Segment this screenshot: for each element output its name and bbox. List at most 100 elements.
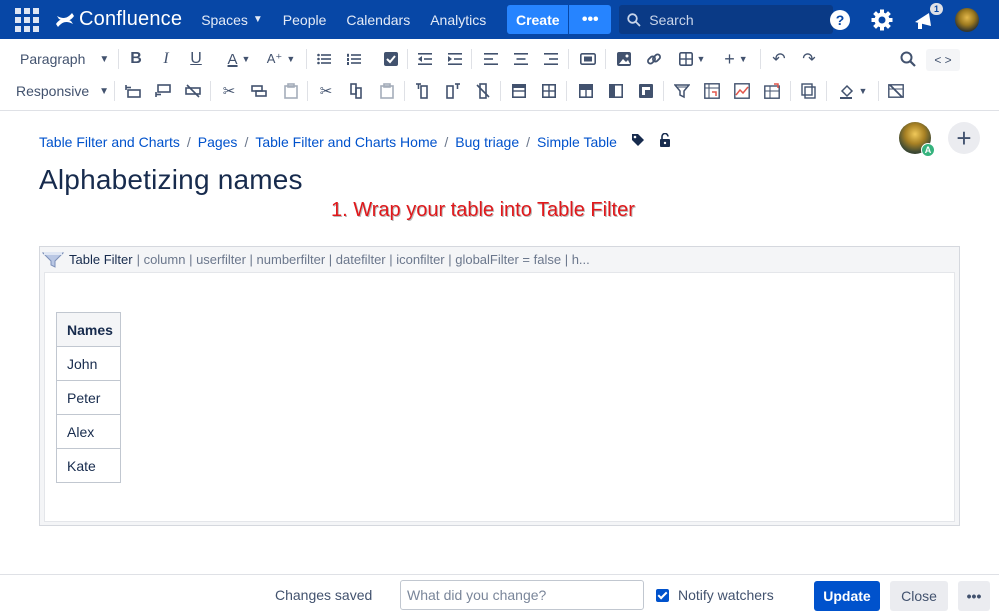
- numbered-column-icon[interactable]: [637, 79, 655, 103]
- find-replace-icon[interactable]: [899, 47, 917, 71]
- split-cells-icon[interactable]: [540, 79, 558, 103]
- bold-icon[interactable]: B: [128, 47, 144, 71]
- change-comment-input[interactable]: [400, 580, 644, 610]
- breadcrumb-item[interactable]: Simple Table: [537, 134, 617, 150]
- cell-background-color-icon[interactable]: ▼: [836, 79, 870, 103]
- notifications-icon[interactable]: 1: [913, 2, 943, 31]
- copy-column-icon[interactable]: [347, 79, 365, 103]
- bullet-list-icon[interactable]: [316, 47, 332, 71]
- indent-icon[interactable]: [447, 47, 463, 71]
- cut-column-icon[interactable]: ✂: [317, 79, 335, 103]
- insert-column-before-icon[interactable]: [414, 79, 432, 103]
- nav-analytics[interactable]: Analytics: [430, 12, 486, 28]
- link-icon[interactable]: [646, 47, 662, 71]
- copy-row-icon[interactable]: [250, 79, 268, 103]
- table-header-cell[interactable]: Names: [56, 312, 121, 347]
- restrictions-unlock-icon[interactable]: [659, 132, 671, 150]
- search-input[interactable]: Search: [619, 5, 834, 34]
- toolbar-divider: [118, 49, 119, 69]
- table-spreadsheet-icon[interactable]: [763, 79, 781, 103]
- page-title[interactable]: Alphabetizing names: [39, 164, 303, 196]
- settings-icon[interactable]: [871, 9, 893, 31]
- page-collaborator-avatar[interactable]: A: [899, 122, 935, 157]
- nav-people[interactable]: People: [283, 12, 327, 28]
- text-format-more-icon[interactable]: A⁺ ▼: [264, 47, 298, 71]
- table-cell[interactable]: Peter: [56, 380, 121, 415]
- editor-toolbar: Paragraph ▼ B I U A ▼ A⁺ ▼ ▼ + ▼ ↶ ↷ < >…: [0, 39, 999, 111]
- toolbar-divider: [471, 49, 472, 69]
- toolbar-divider: [663, 81, 664, 101]
- table-cell[interactable]: Alex: [56, 414, 121, 449]
- paragraph-style-dropdown[interactable]: Paragraph ▼: [20, 47, 110, 71]
- nav-calendars[interactable]: Calendars: [346, 12, 410, 28]
- nav-spaces[interactable]: Spaces ▼: [201, 12, 263, 28]
- paste-column-icon[interactable]: [378, 79, 396, 103]
- align-left-icon[interactable]: [483, 47, 499, 71]
- image-icon[interactable]: [616, 47, 632, 71]
- add-collaborator-button[interactable]: +: [948, 122, 980, 154]
- merge-cells-icon[interactable]: [510, 79, 528, 103]
- header-row-icon[interactable]: [577, 79, 595, 103]
- close-button[interactable]: Close: [890, 581, 948, 611]
- insert-more-icon[interactable]: + ▼: [720, 47, 752, 71]
- user-avatar[interactable]: [955, 7, 979, 32]
- toolbar-divider: [407, 49, 408, 69]
- create-button[interactable]: Create: [507, 5, 569, 34]
- pivot-table-icon[interactable]: [703, 79, 721, 103]
- header-column-icon[interactable]: [607, 79, 625, 103]
- app-switcher-icon[interactable]: [15, 7, 39, 32]
- toolbar-divider: [307, 81, 308, 101]
- breadcrumb-item[interactable]: Bug triage: [455, 134, 519, 150]
- text-color-icon[interactable]: A ▼: [222, 47, 256, 71]
- breadcrumb-item[interactable]: Pages: [198, 134, 238, 150]
- insert-row-below-icon[interactable]: [154, 79, 172, 103]
- table-layout-dropdown[interactable]: Responsive ▼: [16, 79, 109, 103]
- chevron-down-icon: ▼: [252, 14, 263, 25]
- chart-from-table-icon[interactable]: [733, 79, 751, 103]
- undo-icon[interactable]: ↶: [771, 47, 787, 71]
- toolbar-divider: [826, 81, 827, 101]
- breadcrumb-item[interactable]: Table Filter and Charts: [39, 134, 180, 150]
- names-table: Names John Peter Alex Kate: [56, 312, 121, 483]
- insert-row-above-icon[interactable]: [124, 79, 142, 103]
- delete-row-icon[interactable]: [184, 79, 202, 103]
- numbered-list-icon[interactable]: [346, 47, 362, 71]
- toolbar-divider: [500, 81, 501, 101]
- nav-right-icons: ? 1: [809, 0, 979, 39]
- notify-watchers-checkbox[interactable]: Notify watchers: [656, 587, 774, 603]
- align-right-icon[interactable]: [543, 47, 559, 71]
- underline-icon[interactable]: U: [188, 47, 204, 71]
- table-filter-macro[interactable]: Table Filter | column | userfilter | num…: [39, 246, 960, 526]
- create-more-button[interactable]: •••: [568, 5, 612, 34]
- insert-table-icon[interactable]: ▼: [676, 47, 708, 71]
- more-actions-button[interactable]: •••: [958, 581, 990, 611]
- insert-column-after-icon[interactable]: [444, 79, 462, 103]
- remove-table-icon[interactable]: [887, 79, 905, 103]
- confluence-logo[interactable]: Confluence: [55, 8, 182, 31]
- breadcrumb-item[interactable]: Table Filter and Charts Home: [255, 134, 437, 150]
- help-icon[interactable]: ?: [829, 9, 851, 31]
- table-filter-icon[interactable]: [673, 79, 691, 103]
- breadcrumb: Table Filter and Charts / Pages / Table Fi…: [39, 132, 685, 150]
- table-transformer-icon[interactable]: [800, 79, 818, 103]
- source-editor-button[interactable]: < >: [926, 49, 960, 71]
- redo-icon[interactable]: ↷: [801, 47, 817, 71]
- table-cell[interactable]: John: [56, 346, 121, 381]
- checkbox-checked-icon[interactable]: [656, 588, 669, 602]
- label-tag-icon[interactable]: [631, 133, 645, 150]
- align-center-icon[interactable]: [513, 47, 529, 71]
- macro-params: | column | userfilter | numberfilter | d…: [136, 252, 590, 267]
- italic-icon[interactable]: I: [158, 47, 174, 71]
- svg-text:?: ?: [836, 12, 845, 28]
- outdent-icon[interactable]: [417, 47, 433, 71]
- delete-column-icon[interactable]: [474, 79, 492, 103]
- table-row: Kate: [56, 448, 121, 483]
- cut-row-icon[interactable]: ✂: [220, 79, 238, 103]
- table-cell[interactable]: Kate: [56, 448, 121, 483]
- paste-row-icon[interactable]: [282, 79, 300, 103]
- update-button[interactable]: Update: [814, 581, 880, 611]
- task-list-icon[interactable]: [383, 47, 399, 71]
- page-layout-icon[interactable]: [579, 47, 597, 71]
- table-row: Alex: [56, 414, 121, 449]
- macro-header[interactable]: Table Filter | column | userfilter | num…: [40, 247, 959, 272]
